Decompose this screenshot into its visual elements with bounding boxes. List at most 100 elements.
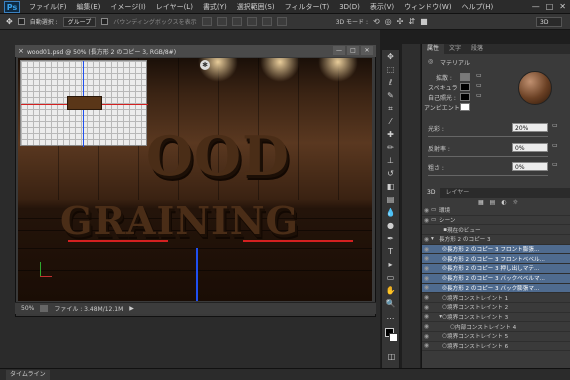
auto-select-checkbox[interactable]	[17, 18, 25, 25]
drag-3d-icon[interactable]: ✣	[397, 17, 404, 26]
menu-type[interactable]: 書式(Y)	[198, 2, 232, 12]
filter-mesh-icon[interactable]: ▤	[490, 199, 496, 206]
minimize-button[interactable]: —	[532, 2, 540, 11]
list-item[interactable]: ▪ 現在のビュー	[422, 225, 570, 236]
list-item[interactable]: ◉ ◎ 長方形 2 のコピー 3 バックベベルマ...	[422, 273, 570, 284]
tab-3d[interactable]: 3D	[422, 188, 441, 198]
slide-3d-icon[interactable]: ⇵	[408, 17, 415, 26]
reflect-field[interactable]: 0%	[512, 143, 548, 152]
zoom-tool-icon[interactable]: 🔍	[383, 298, 398, 310]
list-item[interactable]: ◉ ○ 境界コンストレイント 1	[422, 293, 570, 303]
eye-icon[interactable]: ◉	[422, 304, 431, 311]
filter-material-icon[interactable]: ◐	[501, 199, 506, 206]
type-tool-icon[interactable]: T	[383, 246, 398, 258]
tab-properties[interactable]: 属性	[422, 44, 445, 54]
move-tool-icon[interactable]: ✥	[383, 51, 398, 63]
shine-field[interactable]: 20%	[512, 123, 548, 132]
pen-tool-icon[interactable]: ✒	[383, 233, 398, 245]
bbox-checkbox[interactable]	[101, 18, 109, 25]
align-left-icon[interactable]	[246, 17, 257, 26]
zoom-level[interactable]: 50%	[21, 305, 34, 312]
list-item[interactable]: ◉ ◎ 長方形 2 のコピー 3 押し出しマテ...	[422, 264, 570, 274]
menu-filter[interactable]: フィルター(T)	[280, 2, 335, 12]
ambient-swatch[interactable]	[460, 103, 470, 111]
rough-slider[interactable]	[428, 175, 548, 176]
tab-layers[interactable]: レイヤー	[440, 188, 474, 198]
menu-help[interactable]: ヘルプ(H)	[457, 2, 499, 12]
align-bottom-icon[interactable]	[231, 17, 242, 26]
chevron-down-icon[interactable]: ▾○	[431, 314, 447, 320]
eye-icon[interactable]: ◉	[422, 217, 431, 224]
eye-icon[interactable]: ◉	[422, 265, 431, 272]
path-select-tool-icon[interactable]: ▸	[383, 259, 398, 271]
auto-select-dropdown[interactable]: グループ	[62, 16, 97, 27]
folder-icon[interactable]: ▭	[552, 161, 558, 168]
menu-3d[interactable]: 3D(D)	[334, 3, 365, 11]
timeline-tab[interactable]: タイムライン	[6, 370, 50, 380]
menu-image[interactable]: イメージ(I)	[105, 2, 150, 12]
doc-minimize-button[interactable]: —	[333, 46, 345, 55]
background-color-swatch[interactable]	[389, 333, 398, 342]
diffuse-swatch[interactable]	[460, 73, 470, 81]
eye-icon[interactable]: ◉	[422, 246, 431, 253]
menu-layer[interactable]: レイヤー(L)	[151, 2, 198, 12]
list-item[interactable]: ◉ ▭ シーン	[422, 216, 570, 226]
light-gizmo-icon[interactable]: ✱	[200, 60, 210, 70]
document-tab[interactable]: × wood01.psd @ 50% (長方形 2 のコピー 3, RGB/8#…	[15, 45, 376, 57]
healing-tool-icon[interactable]: ✚	[383, 129, 398, 141]
tab-paragraph[interactable]: 段落	[466, 44, 488, 54]
list-item[interactable]: ◉ ○ 境界コンストレイント 2	[422, 303, 570, 313]
dodge-tool-icon[interactable]: ●	[383, 220, 398, 232]
marquee-tool-icon[interactable]: ⬚	[383, 64, 398, 76]
doc-close-button[interactable]: ✕	[361, 46, 373, 55]
menu-edit[interactable]: 編集(E)	[72, 2, 106, 12]
rough-field[interactable]: 0%	[512, 162, 548, 171]
eye-icon[interactable]: ◉	[422, 342, 431, 349]
folder-icon[interactable]: ▭	[476, 92, 482, 99]
menu-select[interactable]: 選択範囲(S)	[232, 2, 280, 12]
align-right-icon[interactable]	[276, 17, 287, 26]
scale-3d-icon[interactable]: ■	[420, 17, 428, 26]
list-item[interactable]: ◉ ○ 境界コンストレイント 6	[422, 342, 570, 352]
folder-icon[interactable]: ▭	[552, 122, 558, 129]
menu-view[interactable]: 表示(V)	[365, 2, 399, 12]
folder-icon[interactable]: ▭	[552, 142, 558, 149]
folder-icon[interactable]: ▭	[476, 72, 482, 79]
quick-mask-icon[interactable]: ◫	[384, 351, 399, 363]
illumination-swatch[interactable]	[460, 93, 470, 101]
align-middle-icon[interactable]	[216, 17, 227, 26]
shape-tool-icon[interactable]: ▭	[383, 272, 398, 284]
list-item[interactable]: ◉ ○ 境界コンストレイント 5	[422, 332, 570, 342]
lasso-tool-icon[interactable]: ℓ	[383, 77, 398, 89]
eraser-tool-icon[interactable]: ◧	[383, 181, 398, 193]
workspace-dropdown[interactable]: 3D	[536, 17, 562, 27]
filter-light-icon[interactable]: ☼	[513, 199, 518, 206]
crop-tool-icon[interactable]: ⌗	[383, 103, 398, 115]
align-top-icon[interactable]	[201, 17, 212, 26]
list-item[interactable]: ◉ ▾○ 境界コンストレイント 3	[422, 313, 570, 323]
list-item[interactable]: ◉ ○ 内部コンストレイント 4	[422, 322, 570, 332]
list-item[interactable]: ◉ ▾ 長方形 2 のコピー 3	[422, 235, 570, 245]
eye-icon[interactable]: ◉	[422, 236, 431, 243]
eye-icon[interactable]: ◉	[422, 255, 431, 262]
doc-maximize-button[interactable]: □	[347, 46, 359, 55]
menu-window[interactable]: ウィンドウ(W)	[399, 2, 456, 12]
chevron-down-icon[interactable]: ▾	[431, 236, 439, 242]
move-tool-icon[interactable]: ✥	[6, 17, 13, 26]
filter-scene-icon[interactable]: ▦	[478, 199, 484, 206]
gradient-tool-icon[interactable]: ▤	[383, 194, 398, 206]
eye-icon[interactable]: ◉	[422, 284, 431, 291]
menu-file[interactable]: ファイル(F)	[24, 2, 72, 12]
list-item[interactable]: ◉ ◎ 長方形 2 のコピー 3 フロント膨張...	[422, 244, 570, 255]
history-brush-icon[interactable]: ↺	[383, 168, 398, 180]
more-tools-icon[interactable]: …	[383, 311, 398, 323]
blur-tool-icon[interactable]: 💧	[383, 207, 398, 219]
maximize-button[interactable]: □	[546, 2, 554, 11]
eye-icon[interactable]: ◉	[422, 275, 431, 282]
align-center-icon[interactable]	[261, 17, 272, 26]
list-item[interactable]: ◉ ◎ 長方形 2 のコピー 3 バック膨張マ...	[422, 283, 570, 294]
quick-select-tool-icon[interactable]: ✎	[383, 90, 398, 102]
hand-tool-icon[interactable]: ✋	[383, 285, 398, 297]
folder-icon[interactable]: ▭	[476, 82, 482, 89]
roll-3d-icon[interactable]: ◎	[385, 17, 392, 26]
